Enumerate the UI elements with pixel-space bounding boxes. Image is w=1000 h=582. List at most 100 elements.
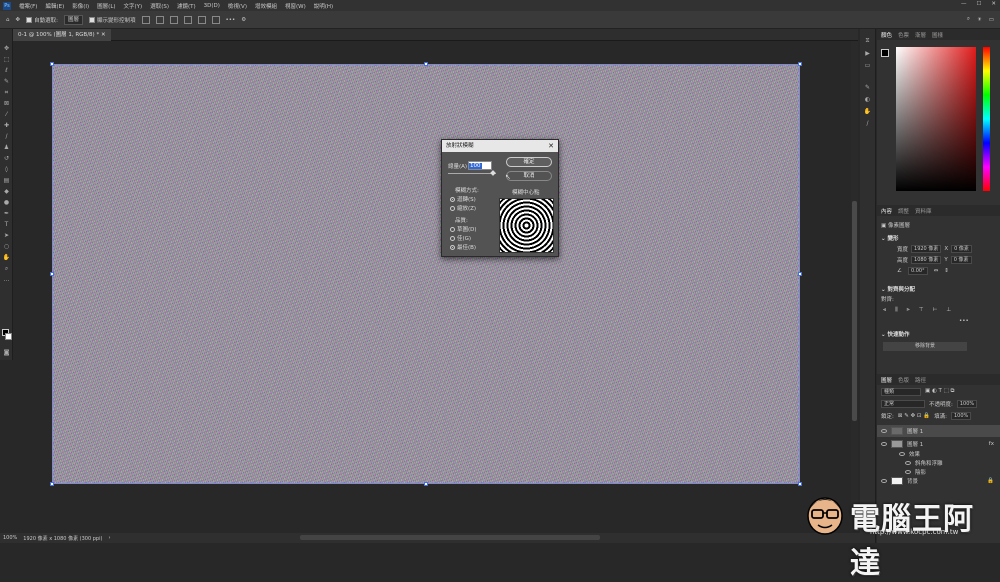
- align-top-icon[interactable]: ⊤: [919, 307, 924, 314]
- path-select-tool-icon[interactable]: ➤: [0, 230, 13, 241]
- eraser-tool-icon[interactable]: ◊: [0, 164, 13, 175]
- method-zoom-radio[interactable]: 縮放(Z): [450, 204, 476, 212]
- menu-image[interactable]: 影像(I): [72, 2, 89, 10]
- frame-tool-icon[interactable]: ⊠: [0, 98, 13, 109]
- align-bottom-icon[interactable]: [211, 15, 220, 24]
- cancel-button[interactable]: 取消: [506, 171, 552, 181]
- lock-icons[interactable]: ⊠ ✎ ✥ ⊡ 🔒: [898, 413, 930, 419]
- layer-filter-dropdown[interactable]: 種類: [881, 388, 921, 396]
- pen-tool-icon[interactable]: ✒: [0, 208, 13, 219]
- zoom-level[interactable]: 100%: [3, 535, 17, 541]
- healing-brush-tool-icon[interactable]: ✚: [0, 120, 13, 131]
- hand-tool-icon[interactable]: ✋: [0, 252, 13, 263]
- eye-icon[interactable]: [881, 442, 887, 446]
- move-tool-icon[interactable]: ✥: [0, 43, 13, 54]
- tab-patterns[interactable]: 圖樣: [932, 31, 943, 39]
- auto-select-dropdown[interactable]: 圖層: [63, 14, 83, 25]
- hue-slider[interactable]: [983, 47, 990, 191]
- method-spin-radio[interactable]: 迴轉(S): [450, 195, 476, 203]
- tab-swatches[interactable]: 色票: [898, 31, 909, 39]
- menu-file[interactable]: 檔案(F): [19, 2, 37, 10]
- menu-edit[interactable]: 編輯(E): [45, 2, 64, 10]
- gradient-tool-icon[interactable]: ▤: [0, 175, 13, 186]
- quick-select-tool-icon[interactable]: ✎: [0, 76, 13, 87]
- quality-best-radio[interactable]: 最佳(B): [450, 243, 476, 251]
- close-icon[interactable]: ✕: [548, 140, 554, 152]
- align-right-icon[interactable]: ⫸: [907, 307, 910, 314]
- minimize-icon[interactable]: —: [961, 1, 967, 7]
- menu-plugins[interactable]: 增效模組: [255, 2, 277, 10]
- align-left-icon[interactable]: ⫷: [883, 307, 886, 314]
- filter-icons[interactable]: ▣ ◐ T ⬚ ⧉: [925, 388, 954, 396]
- zoom-tool-icon[interactable]: ⌕: [0, 263, 13, 274]
- transform-handle[interactable]: [50, 482, 54, 486]
- align-hcenter-icon[interactable]: ⫼: [895, 307, 898, 314]
- transform-handle[interactable]: [798, 62, 802, 66]
- menu-3d[interactable]: 3D(D): [204, 3, 220, 9]
- document-canvas[interactable]: [52, 64, 800, 484]
- blur-tool-icon[interactable]: ◆: [0, 186, 13, 197]
- home-icon[interactable]: ⌂: [6, 17, 10, 23]
- horizontal-scrollbar[interactable]: [300, 535, 600, 540]
- ok-button[interactable]: 確定: [506, 157, 552, 167]
- align-distribute-header[interactable]: ⌄ 對齊與分配: [877, 285, 1000, 293]
- gear-icon[interactable]: ⚙: [241, 17, 246, 23]
- transform-handle[interactable]: [798, 272, 802, 276]
- align-right-icon[interactable]: [169, 15, 178, 24]
- status-arrow-icon[interactable]: ›: [108, 535, 110, 541]
- brush-tool-icon[interactable]: /: [0, 131, 13, 142]
- slider-knob[interactable]: [490, 170, 496, 176]
- workspace-icon[interactable]: ▭: [989, 17, 994, 23]
- eye-icon[interactable]: [881, 479, 887, 483]
- menu-filter[interactable]: 濾鏡(T): [177, 2, 196, 10]
- tab-libraries[interactable]: 資料庫: [915, 207, 932, 215]
- remove-background-button[interactable]: 移除背景: [883, 342, 967, 351]
- opacity-field[interactable]: 100%: [956, 400, 978, 408]
- move-tool-icon[interactable]: ✥: [16, 17, 21, 23]
- quality-good-radio[interactable]: 佳(G): [450, 234, 471, 242]
- type-tool-icon[interactable]: T: [0, 219, 13, 230]
- eye-icon[interactable]: [881, 429, 887, 433]
- hand-panel-icon[interactable]: ✋: [860, 105, 875, 117]
- fx-badge[interactable]: fx: [989, 441, 994, 447]
- align-left-icon[interactable]: [141, 15, 150, 24]
- menu-layer[interactable]: 圖層(L): [97, 2, 115, 10]
- more-tools-icon[interactable]: …: [0, 274, 13, 285]
- maximize-icon[interactable]: ☐: [976, 1, 981, 7]
- search-icon[interactable]: ⌕: [967, 16, 970, 23]
- dodge-tool-icon[interactable]: ●: [0, 197, 13, 208]
- brush-settings-icon[interactable]: ✎: [860, 81, 875, 93]
- close-icon[interactable]: ✕: [991, 1, 996, 7]
- tab-paths[interactable]: 路徑: [915, 376, 926, 384]
- more-options-icon[interactable]: •••: [226, 17, 236, 23]
- quick-mask-icon[interactable]: ◙: [0, 347, 13, 358]
- tab-adjustments[interactable]: 調整: [898, 207, 909, 215]
- angle-field[interactable]: 0.00°: [907, 267, 928, 275]
- menu-select[interactable]: 選取(S): [150, 2, 169, 10]
- amount-slider[interactable]: [448, 170, 496, 176]
- transform-header[interactable]: ⌄ 變形: [877, 234, 1000, 242]
- lasso-tool-icon[interactable]: ℓ: [0, 65, 13, 76]
- tab-close-icon[interactable]: ✕: [101, 32, 106, 38]
- history-brush-tool-icon[interactable]: ↺: [0, 153, 13, 164]
- transform-handle[interactable]: [50, 272, 54, 276]
- discover-icon[interactable]: ☀: [977, 17, 982, 23]
- eye-icon[interactable]: [905, 461, 911, 465]
- blend-mode-dropdown[interactable]: 正常: [881, 400, 925, 408]
- menu-type[interactable]: 文字(Y): [124, 2, 143, 10]
- brushes-icon[interactable]: /: [860, 117, 875, 129]
- tab-layers[interactable]: 圖層: [881, 376, 892, 384]
- eye-icon[interactable]: [905, 470, 911, 474]
- tab-gradients[interactable]: 漸層: [915, 31, 926, 39]
- eyedropper-tool-icon[interactable]: ⁄: [0, 109, 13, 120]
- menu-help[interactable]: 說明(H): [314, 2, 333, 10]
- quick-actions-header[interactable]: ⌄ 快速動作: [877, 330, 1000, 338]
- amount-input[interactable]: 100: [468, 161, 492, 170]
- tab-channels[interactable]: 色版: [898, 376, 909, 384]
- flip-horizontal-icon[interactable]: ⇔: [934, 268, 939, 274]
- layer-row-selected[interactable]: 圖層 1: [877, 425, 1000, 437]
- transform-handle[interactable]: [424, 482, 428, 486]
- align-bottom-icon[interactable]: ⊥: [946, 307, 951, 314]
- dialog-title-bar[interactable]: 放射狀模糊 ✕: [442, 140, 558, 152]
- layer-row-background[interactable]: 背景 🔒: [877, 475, 1000, 487]
